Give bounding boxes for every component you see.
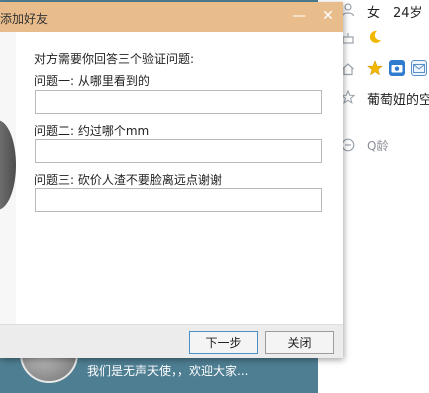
space-name[interactable]: 葡萄妞的空: [367, 89, 429, 108]
profile-bio: 我们是无声天使，，欢迎大家...: [87, 364, 249, 378]
answer-3-input[interactable]: [35, 188, 322, 212]
question-3-label: 问题三: 砍价人渣不要脸离远点谢谢: [34, 173, 222, 187]
star-icon[interactable]: [367, 60, 383, 76]
q-age: Q龄: [367, 139, 389, 153]
moon-icon: [367, 29, 383, 45]
gender-text: 女: [367, 6, 381, 21]
screen: 我们是无声天使，，欢迎大家... 女 24岁 葡萄妞的空 Q龄 添加好友 — ✕…: [0, 0, 429, 393]
dialog-content: 对方需要你回答三个验证问题: 问题一: 从哪里看到的 问题二: 约过哪个mm 问…: [16, 32, 343, 324]
next-button[interactable]: 下一步: [189, 331, 258, 354]
dialog-side-strip: [0, 32, 16, 324]
dialog-titlebar[interactable]: 添加好友 — ✕: [0, 2, 343, 32]
camera-icon[interactable]: [389, 60, 405, 76]
question-2-label: 问题二: 约过哪个mm: [34, 124, 150, 138]
minimize-icon[interactable]: —: [291, 8, 307, 24]
requester-avatar: [0, 120, 16, 210]
verification-prompt: 对方需要你回答三个验证问题:: [34, 52, 195, 66]
answer-1-input[interactable]: [35, 90, 322, 114]
age-text: 24岁: [393, 6, 423, 21]
close-icon[interactable]: ✕: [320, 8, 336, 24]
answer-2-input[interactable]: [35, 139, 322, 163]
add-friend-dialog: 添加好友 — ✕ 对方需要你回答三个验证问题: 问题一: 从哪里看到的 问题二:…: [0, 2, 343, 358]
mail-icon[interactable]: [411, 60, 427, 76]
dialog-title: 添加好友: [0, 12, 49, 26]
dialog-footer: 下一步 关闭: [0, 324, 343, 358]
question-1-label: 问题一: 从哪里看到的: [34, 74, 150, 88]
close-button[interactable]: 关闭: [265, 331, 334, 354]
